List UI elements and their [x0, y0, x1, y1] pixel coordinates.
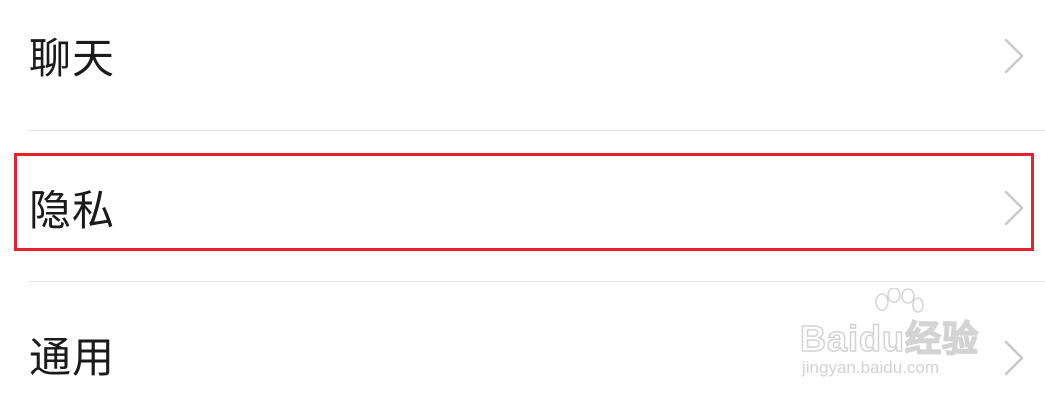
- settings-item-chat[interactable]: 聊天: [0, 0, 1045, 120]
- divider: [28, 281, 1045, 282]
- settings-item-privacy[interactable]: 隐私: [0, 148, 1045, 268]
- settings-item-label: 隐私: [29, 186, 116, 235]
- settings-screen: 聊天 隐私 通用 Baidu经验 jingyan.baidu.com: [0, 0, 1045, 405]
- watermark-url: jingyan.baidu.com: [802, 358, 940, 377]
- settings-item-label: 聊天: [29, 34, 116, 83]
- divider: [28, 130, 1045, 131]
- chevron-right-icon: [1004, 38, 1024, 74]
- watermark-logo: Baidu经验: [799, 317, 980, 360]
- baidu-watermark: Baidu经验 jingyan.baidu.com: [799, 288, 1000, 383]
- chevron-right-icon: [1004, 340, 1024, 376]
- chevron-right-icon: [1004, 190, 1024, 226]
- settings-item-label: 通用: [29, 333, 116, 382]
